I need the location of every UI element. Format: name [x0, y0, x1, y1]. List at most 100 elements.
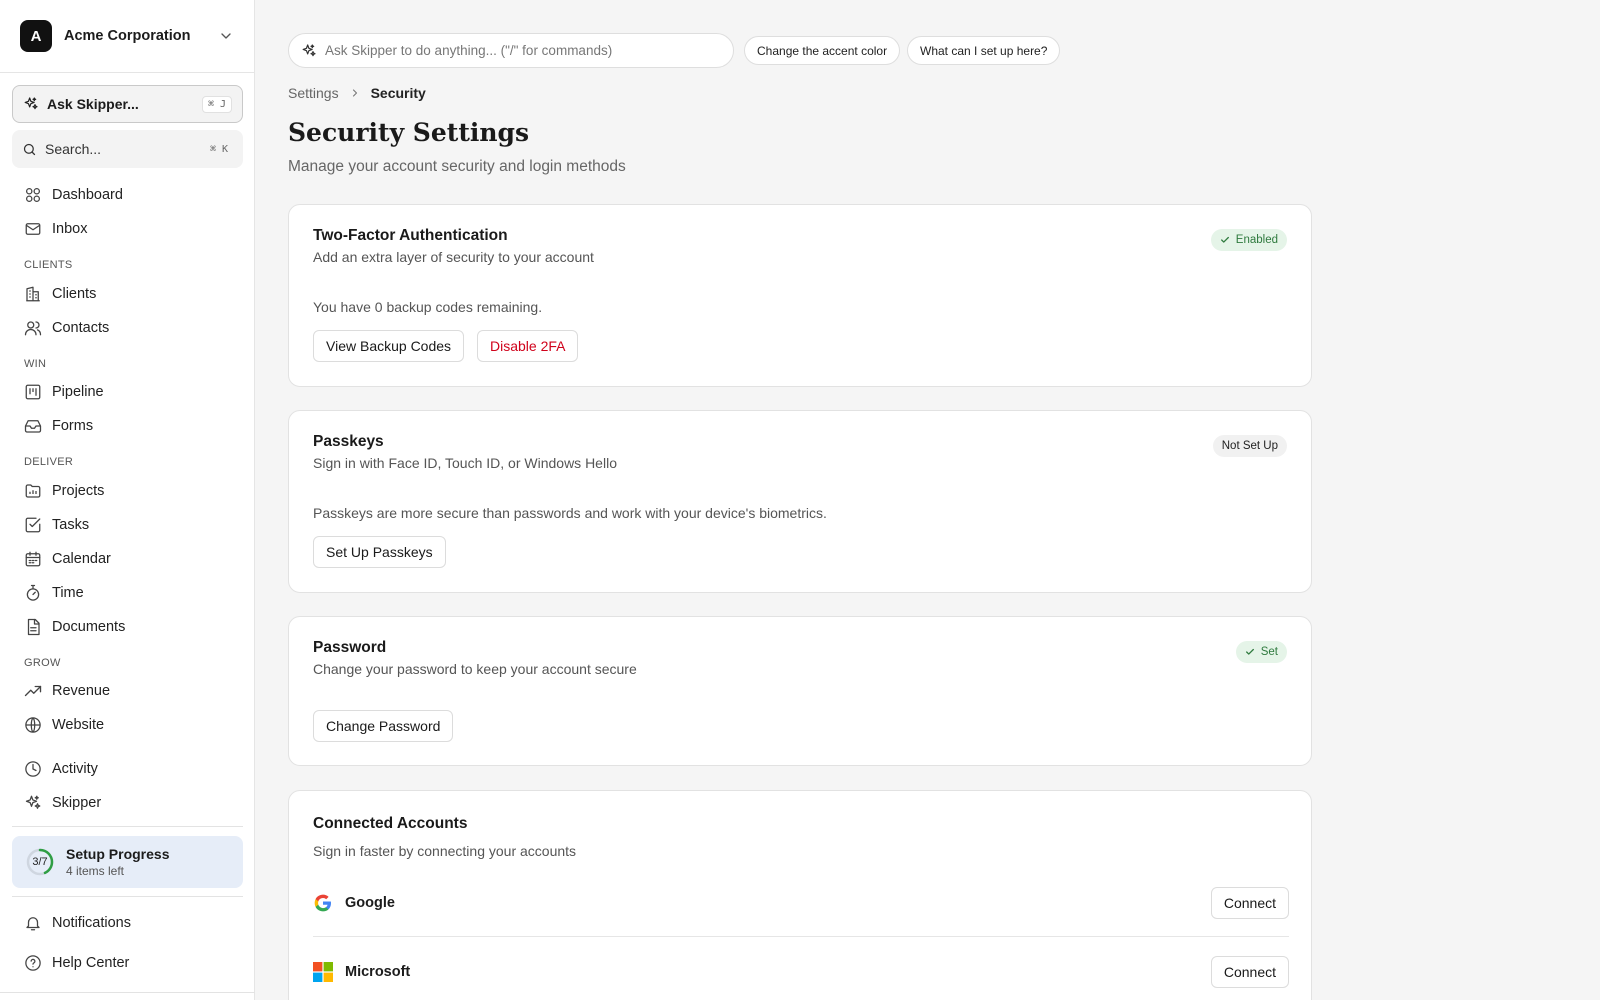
sidebar-divider [12, 896, 243, 897]
sidebar-item-label: Documents [52, 619, 126, 635]
sidebar-item-label: Clients [52, 286, 97, 302]
org-switcher[interactable]: A Acme Corporation [0, 0, 254, 73]
inbox-tray-icon [24, 417, 52, 435]
card-title: Password [313, 639, 387, 656]
connect-google-button[interactable]: Connect [1210, 886, 1289, 919]
search-shortcut: ⌘ K [209, 143, 228, 155]
sidebar-section-grow: GROW [24, 657, 61, 669]
card-title: Passkeys [313, 433, 384, 450]
set-up-passkeys-button[interactable]: Set Up Passkeys [313, 536, 446, 568]
dashboard-icon [24, 186, 52, 204]
mail-icon [24, 220, 52, 238]
page-subtitle: Manage your account security and login m… [288, 158, 626, 175]
two-factor-card: Two-Factor Authentication Add an extra l… [288, 204, 1312, 387]
sparkles-icon [24, 794, 52, 812]
account-name: Google [345, 894, 395, 911]
main-content: Change the accent color What can I set u… [255, 0, 1600, 1000]
sidebar-item-label: Inbox [52, 221, 88, 237]
sidebar-item-dashboard[interactable]: Dashboard [12, 179, 243, 211]
clock-icon [24, 760, 52, 778]
sidebar-item-label: Skipper [52, 795, 102, 811]
setup-progress-ring: 3/7 [26, 848, 54, 876]
users-icon [24, 319, 52, 337]
sidebar-item-tasks[interactable]: Tasks [12, 509, 243, 541]
sidebar-item-label: Activity [52, 761, 98, 777]
sidebar-item-pipeline[interactable]: Pipeline [12, 376, 243, 408]
sidebar-item-label: Contacts [52, 320, 110, 336]
sidebar-item-notifications[interactable]: Notifications [12, 907, 243, 939]
sidebar-item-documents[interactable]: Documents [12, 611, 243, 643]
sidebar-item-label: Help Center [52, 955, 130, 971]
sidebar-item-inbox[interactable]: Inbox [12, 213, 243, 245]
sidebar-item-label: Forms [52, 418, 94, 434]
sidebar-item-projects[interactable]: Projects [12, 475, 243, 507]
sidebar-item-website[interactable]: Website [12, 709, 243, 741]
google-icon [313, 893, 333, 913]
card-title: Two-Factor Authentication [313, 227, 508, 244]
kanban-icon [24, 383, 52, 401]
trend-up-icon [24, 682, 52, 700]
sidebar-section-clients: CLIENTS [24, 259, 73, 271]
search-label: Search... [45, 141, 102, 157]
ask-skipper-button[interactable]: Ask Skipper... ⌘ J [12, 85, 243, 123]
building-icon [24, 285, 52, 303]
connected-account-row: Microsoft Connect [313, 938, 1289, 1000]
check-icon [1220, 235, 1236, 245]
sidebar-item-label: Calendar [52, 551, 111, 567]
change-password-button[interactable]: Change Password [313, 710, 454, 742]
connected-account-row: Google Connect [313, 869, 1289, 937]
sidebar-section-deliver: DELIVER [24, 456, 74, 468]
card-description: Sign in with Face ID, Touch ID, or Windo… [313, 455, 617, 471]
setup-progress-count: 3/7 [32, 856, 48, 868]
sidebar-item-activity[interactable]: Activity [12, 753, 243, 785]
sidebar-search[interactable]: Search... ⌘ K [12, 130, 243, 168]
sidebar-divider [12, 826, 243, 827]
status-badge: Enabled [1210, 229, 1287, 251]
suggestion-chip-accent-color[interactable]: Change the accent color [744, 36, 901, 65]
sidebar-item-clients[interactable]: Clients [12, 278, 243, 310]
card-description: Add an extra layer of security to your a… [313, 249, 594, 265]
search-icon [22, 142, 37, 157]
command-bar[interactable] [288, 33, 734, 68]
sidebar-item-revenue[interactable]: Revenue [12, 675, 243, 707]
microsoft-icon [313, 962, 333, 982]
ask-shortcut: ⌘ J [201, 95, 232, 113]
passkeys-note: Passkeys are more secure than passwords … [313, 505, 827, 521]
connected-accounts-card: Connected Accounts Sign in faster by con… [288, 790, 1312, 1000]
view-backup-codes-button[interactable]: View Backup Codes [313, 330, 465, 362]
card-title: Connected Accounts [313, 815, 468, 832]
page-title: Security Settings [288, 118, 530, 147]
breadcrumb-current: Security [370, 85, 426, 101]
sidebar-divider [0, 992, 255, 993]
disable-2fa-button[interactable]: Disable 2FA [477, 330, 579, 362]
command-input[interactable] [325, 43, 721, 58]
chevron-right-icon [349, 87, 361, 99]
passkeys-card: Passkeys Sign in with Face ID, Touch ID,… [288, 410, 1312, 593]
backup-codes-note: You have 0 backup codes remaining. [313, 299, 543, 315]
card-description: Sign in faster by connecting your accoun… [313, 843, 577, 859]
sidebar-item-calendar[interactable]: Calendar [12, 543, 243, 575]
sidebar-item-time[interactable]: Time [12, 577, 243, 609]
org-name: Acme Corporation [64, 28, 191, 44]
sidebar-item-label: Time [52, 585, 84, 601]
sidebar-item-help-center[interactable]: Help Center [12, 947, 243, 979]
sidebar-item-contacts[interactable]: Contacts [12, 312, 243, 344]
card-description: Change your password to keep your accoun… [313, 661, 637, 677]
account-name: Microsoft [345, 964, 411, 980]
sidebar-item-label: Tasks [52, 517, 90, 533]
checkbox-icon [24, 516, 52, 534]
setup-progress-card[interactable]: 3/7 Setup Progress 4 items left [12, 836, 243, 888]
document-icon [24, 618, 52, 636]
stopwatch-icon [24, 584, 52, 602]
status-badge-label: Enabled [1235, 234, 1278, 246]
sidebar-item-forms[interactable]: Forms [12, 410, 243, 442]
sidebar-item-label: Dashboard [52, 187, 123, 203]
sparkles-icon [301, 43, 317, 59]
sidebar-item-label: Website [52, 717, 105, 733]
connect-microsoft-button[interactable]: Connect [1210, 956, 1289, 988]
breadcrumb-settings-link[interactable]: Settings [288, 85, 339, 101]
sidebar-item-label: Projects [52, 483, 105, 499]
sidebar-item-skipper[interactable]: Skipper [12, 787, 243, 819]
sidebar-item-label: Revenue [52, 683, 111, 699]
suggestion-chip-setup-help[interactable]: What can I set up here? [907, 36, 1061, 65]
